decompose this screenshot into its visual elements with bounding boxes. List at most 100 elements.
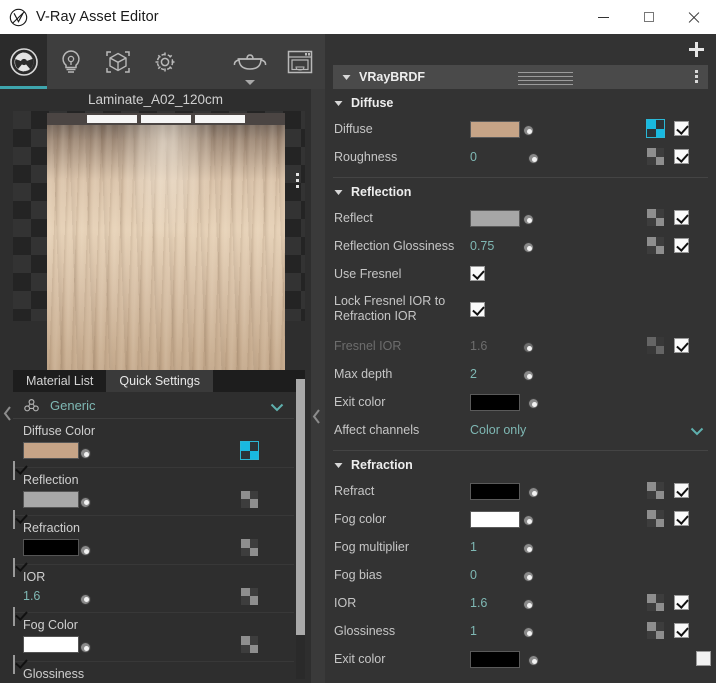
left-panel-scrollbar-thumb[interactable]	[296, 379, 305, 635]
brdf-header[interactable]: VRayBRDF	[333, 65, 708, 89]
value-slider[interactable]	[523, 543, 708, 555]
preview-menu-button[interactable]	[296, 173, 299, 188]
slider-knob[interactable]	[523, 125, 534, 136]
plus-icon[interactable]	[689, 42, 704, 57]
tab-material-list[interactable]: Material List	[13, 370, 107, 392]
property-value[interactable]: 1	[470, 540, 477, 554]
lock-fresnel-ior-checkbox[interactable]	[470, 302, 485, 317]
slider-knob[interactable]	[528, 153, 539, 164]
texture-slot-icon[interactable]	[240, 441, 259, 460]
texture-slot-icon[interactable]	[647, 510, 664, 527]
property-value[interactable]: 0	[470, 568, 477, 582]
slider-knob[interactable]	[80, 448, 91, 459]
toolbar-item-settings[interactable]	[141, 34, 188, 89]
triangle-down-icon[interactable]	[334, 456, 343, 474]
use-fresnel-checkbox[interactable]	[470, 266, 485, 281]
texture-slot-icon[interactable]	[647, 622, 664, 639]
enable-checkbox[interactable]	[674, 210, 689, 225]
slider-knob[interactable]	[523, 599, 534, 610]
color-swatch[interactable]	[470, 394, 520, 411]
texture-slot-icon[interactable]	[241, 636, 258, 653]
texture-slot-icon[interactable]	[647, 148, 664, 165]
enable-checkbox[interactable]	[674, 238, 689, 253]
toolbar-item-render-window[interactable]	[275, 34, 325, 89]
property-value[interactable]: 1	[470, 624, 477, 638]
value-slider[interactable]	[528, 398, 708, 410]
slider-knob[interactable]	[528, 487, 539, 498]
right-panel-collapse-button[interactable]	[310, 407, 322, 425]
enable-checkbox[interactable]	[674, 483, 689, 498]
color-swatch[interactable]	[23, 636, 79, 653]
value-slider[interactable]	[80, 642, 290, 654]
color-swatch[interactable]	[23, 490, 79, 508]
slider-knob[interactable]	[528, 655, 539, 666]
value-slider[interactable]	[80, 593, 290, 606]
drag-handle-icon[interactable]	[518, 72, 573, 88]
texture-slot-icon[interactable]	[647, 209, 664, 226]
texture-slot-icon[interactable]	[646, 119, 665, 138]
property-value[interactable]: 0	[470, 150, 477, 164]
enable-checkbox[interactable]	[674, 595, 689, 610]
texture-slot-icon[interactable]	[241, 490, 258, 508]
texture-slot-icon[interactable]	[647, 237, 664, 254]
color-swatch[interactable]	[470, 210, 520, 227]
color-swatch[interactable]	[23, 442, 79, 459]
section-header-refraction[interactable]: Refraction	[325, 451, 716, 479]
section-header-diffuse[interactable]: Diffuse	[325, 89, 716, 117]
property-value[interactable]: 1.6	[470, 596, 487, 610]
enable-checkbox[interactable]	[674, 511, 689, 526]
enable-checkbox[interactable]	[674, 121, 689, 136]
slider-knob[interactable]	[80, 545, 91, 556]
slider-knob[interactable]	[523, 543, 534, 554]
brdf-menu-button[interactable]	[695, 70, 698, 83]
toolbar-item-geometry[interactable]	[94, 34, 141, 89]
texture-slot-icon[interactable]	[647, 482, 664, 499]
triangle-down-icon[interactable]	[334, 183, 343, 201]
value-slider[interactable]	[80, 496, 290, 509]
enable-checkbox[interactable]	[674, 623, 689, 638]
toolbar-item-render-preview[interactable]	[225, 34, 275, 89]
value-slider[interactable]	[523, 370, 708, 382]
slider-knob[interactable]	[80, 593, 91, 605]
section-header-reflection[interactable]: Reflection	[325, 178, 716, 206]
quick-setting-value[interactable]: 1.6	[23, 589, 40, 603]
enable-checkbox[interactable]	[674, 338, 689, 353]
triangle-down-icon[interactable]	[334, 94, 343, 112]
maximize-button[interactable]	[626, 0, 671, 34]
left-panel-collapse-button[interactable]	[1, 404, 13, 422]
value-slider[interactable]	[528, 655, 688, 667]
slider-knob[interactable]	[528, 398, 539, 409]
toolbar-item-materials[interactable]	[0, 34, 47, 89]
value-slider[interactable]	[523, 571, 708, 583]
property-value[interactable]: 0.75	[470, 239, 494, 253]
property-value[interactable]: 2	[470, 367, 477, 381]
color-swatch[interactable]	[23, 539, 79, 556]
slider-knob[interactable]	[80, 496, 91, 508]
slider-knob[interactable]	[523, 242, 534, 253]
tab-quick-settings[interactable]: Quick Settings	[106, 370, 213, 392]
toolbar-item-lights[interactable]	[47, 34, 94, 89]
slider-knob[interactable]	[523, 515, 534, 526]
color-swatch[interactable]	[470, 483, 520, 500]
chevron-down-icon[interactable]	[690, 423, 704, 441]
slider-knob[interactable]	[523, 370, 534, 381]
chevron-down-icon[interactable]	[270, 399, 284, 417]
slider-knob[interactable]	[523, 571, 534, 582]
triangle-down-icon[interactable]	[342, 68, 351, 86]
texture-slot-icon[interactable]	[241, 587, 258, 605]
texture-slot-icon[interactable]	[647, 594, 664, 611]
color-swatch[interactable]	[470, 121, 520, 138]
affect-channels-select[interactable]: Color only	[470, 423, 526, 437]
slider-knob[interactable]	[523, 627, 534, 638]
quick-settings-preset-row[interactable]: Generic	[13, 392, 294, 419]
value-slider[interactable]	[80, 448, 290, 460]
texture-slot-icon[interactable]	[241, 539, 258, 556]
value-slider[interactable]	[80, 545, 290, 557]
enable-checkbox[interactable]	[696, 651, 711, 666]
close-button[interactable]	[671, 0, 716, 34]
minimize-button[interactable]	[581, 0, 626, 34]
color-swatch[interactable]	[470, 511, 520, 528]
slider-knob[interactable]	[80, 642, 91, 653]
enable-checkbox[interactable]	[674, 149, 689, 164]
color-swatch[interactable]	[470, 651, 520, 668]
